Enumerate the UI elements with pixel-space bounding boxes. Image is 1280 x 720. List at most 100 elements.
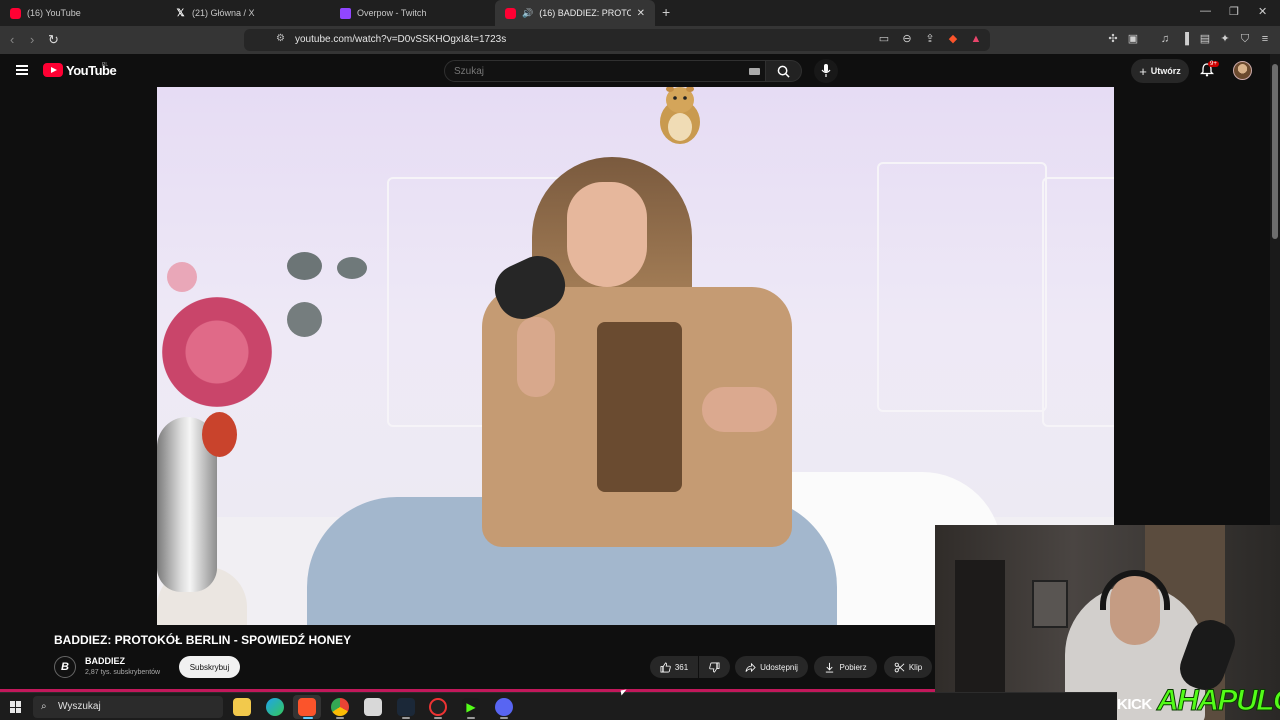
video-title: BADDIEZ: PROTOKÓŁ BERLIN - SPOWIEDŹ HONE… bbox=[54, 633, 352, 647]
running-indicator bbox=[500, 717, 508, 719]
create-label: Utwórz bbox=[1150, 66, 1181, 76]
search-icon bbox=[777, 65, 790, 78]
browser-toolbar: ‹ › ↻ ⌑ ⚙ youtube.com/watch?v=D0vSSKHOgx… bbox=[0, 26, 1280, 54]
wall-panel bbox=[1042, 177, 1114, 427]
forward-button[interactable]: › bbox=[30, 32, 34, 47]
kick-logo-text: KICK bbox=[1117, 696, 1152, 713]
scissors-icon bbox=[894, 662, 905, 672]
microphone-icon bbox=[821, 64, 831, 77]
notifications-badge: 9+ bbox=[1208, 61, 1219, 67]
taskbar-search-placeholder: Wyszukaj bbox=[58, 701, 101, 712]
scrollbar-thumb[interactable] bbox=[1272, 64, 1278, 239]
browser-tab-strip: (16) YouTube 𝕏 (21) Główna / X Overpow -… bbox=[0, 0, 1280, 26]
tab-twitch[interactable]: Overpow - Twitch bbox=[330, 0, 495, 26]
back-button[interactable]: ‹ bbox=[10, 32, 14, 47]
x-icon: 𝕏 bbox=[176, 7, 185, 19]
ai-icon[interactable]: ✦ bbox=[1219, 33, 1231, 45]
youtube-icon bbox=[505, 7, 516, 19]
edge-icon[interactable] bbox=[266, 698, 284, 716]
close-window-button[interactable]: ✕ bbox=[1258, 5, 1267, 18]
red-leaf bbox=[202, 412, 237, 457]
tab-label: (16) BADDIEZ: PROTOKÓŁ BEF bbox=[539, 8, 631, 18]
vpn-icon[interactable]: ⛉ bbox=[1239, 33, 1251, 45]
clip-label: Klip bbox=[908, 662, 923, 672]
channel-name[interactable]: BADDIEZ bbox=[85, 656, 125, 666]
account-avatar[interactable] bbox=[1233, 61, 1252, 80]
thumbs-up-icon bbox=[660, 662, 671, 672]
subscriber-count: 2,87 tys. subskrybentów bbox=[85, 669, 161, 676]
share-icon bbox=[745, 662, 756, 672]
leopard-top bbox=[597, 322, 682, 492]
youtube-logo-icon[interactable] bbox=[43, 63, 63, 77]
file-explorer-icon[interactable] bbox=[233, 698, 251, 716]
zoom-icon[interactable]: ⊖ bbox=[901, 33, 913, 45]
share-page-icon[interactable]: ⇪ bbox=[924, 33, 936, 45]
youtube-header: YouTube PL + Utwórz 9+ bbox=[0, 54, 1270, 87]
screenshot-icon[interactable]: ▣ bbox=[1127, 33, 1139, 45]
download-button[interactable]: Pobierz bbox=[814, 656, 877, 678]
speaker-icon: 🔊 bbox=[522, 7, 534, 18]
wallet-icon[interactable]: ▤ bbox=[1199, 33, 1211, 45]
site-info-icon[interactable]: ⚙ bbox=[276, 33, 285, 44]
new-tab-button[interactable]: + bbox=[662, 4, 670, 20]
url-text: youtube.com/watch?v=D0vSSKHOgxI&t=1723s bbox=[295, 34, 507, 45]
reload-button[interactable]: ↻ bbox=[48, 32, 59, 48]
pink-flower bbox=[167, 262, 197, 292]
tab-x[interactable]: 𝕏 (21) Główna / X bbox=[165, 0, 330, 26]
eucalyptus-leaf bbox=[287, 302, 322, 337]
youtube-logo-text[interactable]: YouTube bbox=[66, 63, 117, 78]
close-tab-icon[interactable]: ✕ bbox=[637, 8, 645, 19]
brave-shields-icon[interactable]: ◆ bbox=[947, 33, 959, 45]
keyboard-icon[interactable] bbox=[749, 68, 760, 75]
music-icon[interactable]: ♫ bbox=[1159, 33, 1171, 45]
webcam-wall-picture bbox=[1032, 580, 1068, 628]
menu-icon[interactable]: ≡ bbox=[1259, 33, 1271, 45]
streamer-name-logo: AHAPULCO bbox=[1157, 684, 1280, 718]
create-button[interactable]: + Utwórz bbox=[1131, 59, 1189, 83]
running-indicator bbox=[467, 717, 475, 719]
restore-button[interactable]: ❐ bbox=[1229, 5, 1239, 18]
gesturing-hand bbox=[702, 387, 777, 432]
channel-avatar[interactable]: B bbox=[54, 656, 76, 678]
brave-rewards-icon[interactable]: ▲ bbox=[970, 33, 982, 45]
sidebar-icon[interactable]: ▐ bbox=[1179, 33, 1191, 45]
search-input[interactable] bbox=[454, 64, 734, 78]
voice-search-button[interactable] bbox=[814, 59, 838, 83]
cast-icon[interactable]: ▭ bbox=[878, 33, 890, 45]
taskbar-search[interactable]: ⌕ Wyszukaj bbox=[33, 696, 223, 718]
download-label: Pobierz bbox=[839, 662, 867, 672]
discord-icon[interactable] bbox=[495, 698, 513, 716]
search-button[interactable] bbox=[766, 60, 802, 82]
download-icon bbox=[826, 662, 834, 673]
running-indicator bbox=[402, 717, 410, 719]
brave-icon[interactable] bbox=[298, 698, 316, 716]
menu-hamburger-icon[interactable] bbox=[16, 65, 28, 75]
eucalyptus-leaf bbox=[337, 257, 367, 279]
minimize-button[interactable]: — bbox=[1200, 5, 1211, 17]
steam-icon[interactable] bbox=[397, 698, 415, 716]
search-box[interactable] bbox=[444, 60, 766, 82]
app-icon[interactable] bbox=[364, 698, 382, 716]
eucalyptus-leaf bbox=[287, 252, 322, 280]
twitch-icon bbox=[340, 7, 351, 19]
mouse-cursor bbox=[620, 689, 628, 696]
like-button[interactable]: 361 bbox=[650, 656, 698, 678]
tab-youtube-home[interactable]: (16) YouTube bbox=[0, 0, 165, 26]
chrome-icon[interactable] bbox=[331, 698, 349, 716]
pink-flowers bbox=[162, 297, 272, 407]
subscribe-button[interactable]: Subskrybuj bbox=[179, 656, 240, 678]
tab-label: (16) YouTube bbox=[27, 8, 81, 18]
search-icon: ⌕ bbox=[41, 701, 47, 712]
windows-start-icon[interactable] bbox=[10, 701, 22, 713]
clip-button[interactable]: Klip bbox=[884, 656, 932, 678]
face bbox=[567, 182, 647, 287]
tab-current-video[interactable]: 🔊 (16) BADDIEZ: PROTOKÓŁ BEF ✕ bbox=[495, 0, 655, 26]
share-label: Udostępnij bbox=[760, 662, 798, 672]
youtube-icon bbox=[10, 7, 21, 19]
share-button[interactable]: Udostępnij bbox=[735, 656, 808, 678]
dislike-button[interactable] bbox=[699, 656, 730, 678]
kick-icon[interactable]: ▶ bbox=[462, 698, 480, 716]
tab-label: (21) Główna / X bbox=[192, 8, 255, 18]
extensions-icon[interactable]: ✣ bbox=[1107, 33, 1119, 45]
obs-icon[interactable] bbox=[429, 698, 447, 716]
